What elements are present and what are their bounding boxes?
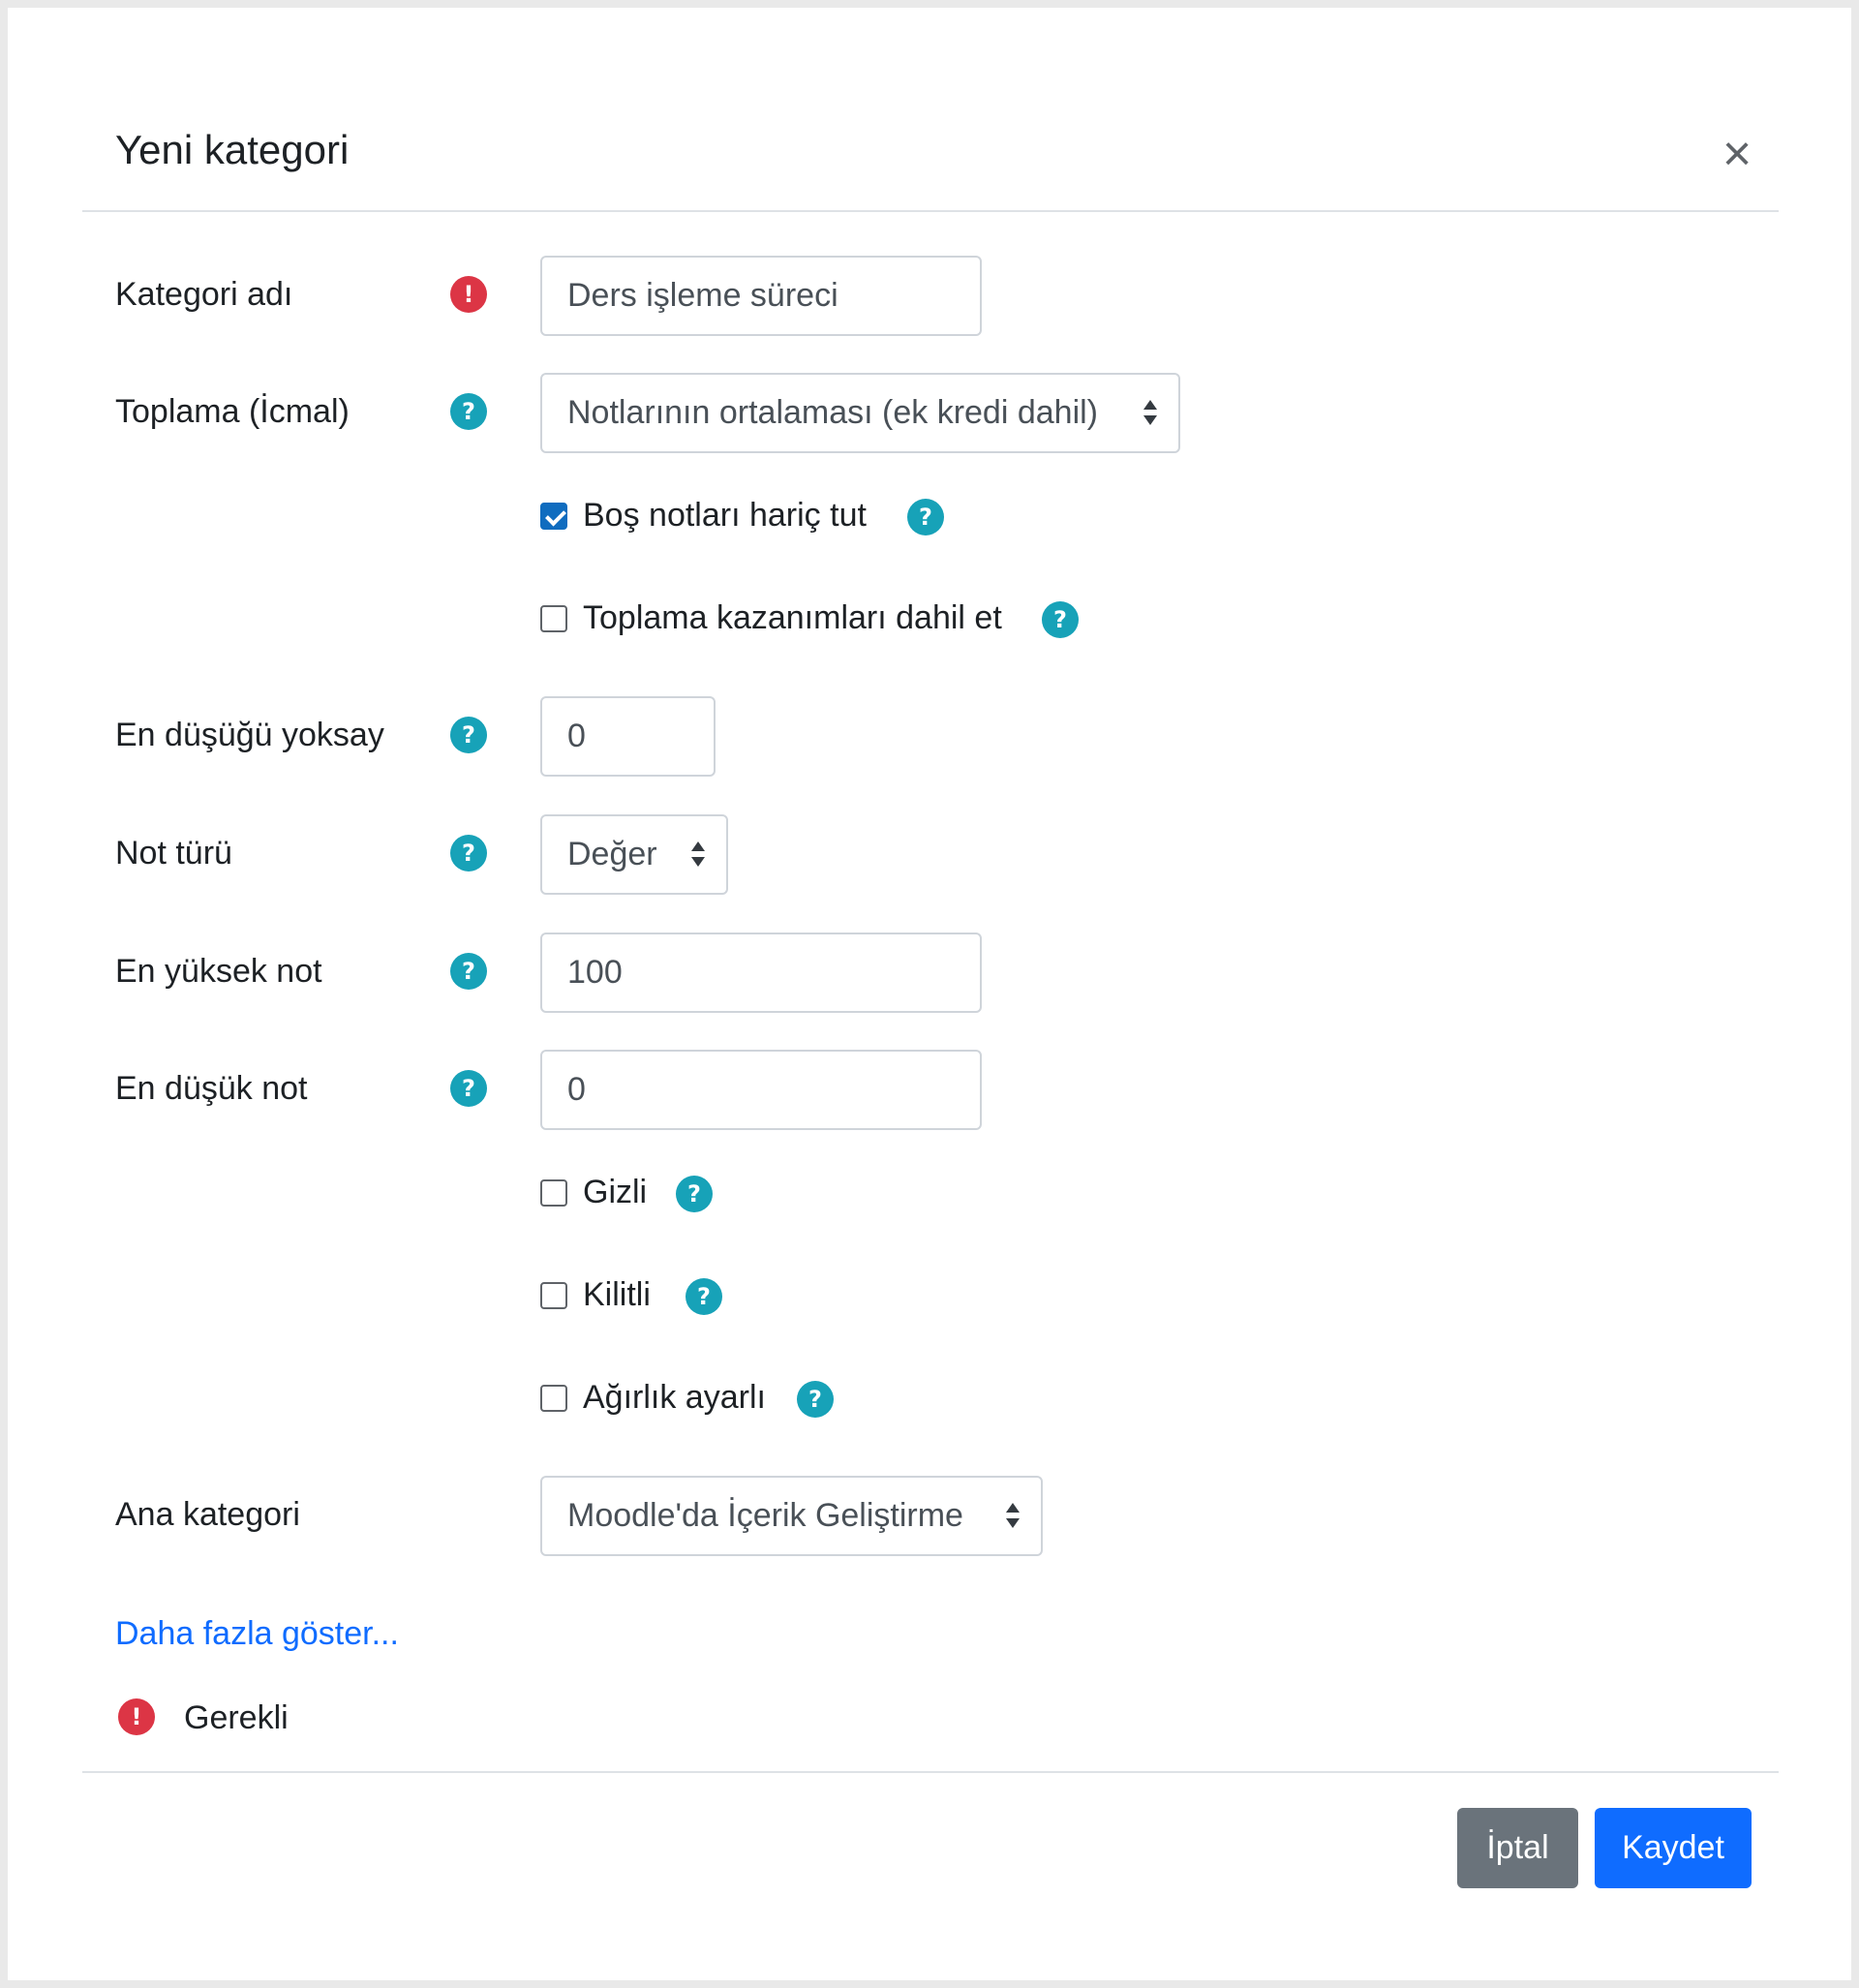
help-icon[interactable]: ?	[797, 1381, 834, 1418]
help-icon[interactable]: ?	[450, 953, 487, 990]
drop-lowest-label: En düşüğü yoksay	[115, 717, 384, 753]
category-name-input[interactable]: Ders işleme süreci	[540, 256, 982, 336]
cancel-button[interactable]: İptal	[1457, 1808, 1578, 1888]
grade-type-label: Not türü	[115, 835, 232, 872]
weight-adjusted-label: Ağırlık ayarlı	[583, 1379, 766, 1416]
aggregation-select[interactable]: Notlarının ortalaması (ek kredi dahil)	[540, 373, 1180, 453]
select-caret-icon	[1143, 400, 1157, 425]
parent-category-value: Moodle'da İçerik Geliştirme	[567, 1497, 963, 1534]
help-icon[interactable]: ?	[450, 1070, 487, 1107]
help-icon[interactable]: ?	[1042, 601, 1079, 638]
exclude-empty-label: Boş notları hariç tut	[583, 497, 867, 534]
parent-category-label: Ana kategori	[115, 1496, 300, 1533]
aggregation-value: Notlarının ortalaması (ek kredi dahil)	[567, 394, 1099, 431]
locked-checkbox[interactable]	[540, 1282, 567, 1309]
aggregation-label: Toplama (İcmal)	[115, 393, 350, 430]
help-icon[interactable]: ?	[450, 717, 487, 753]
close-icon[interactable]: ×	[1713, 129, 1761, 179]
include-outcomes-checkbox[interactable]	[540, 605, 567, 632]
help-icon[interactable]: ?	[907, 499, 944, 535]
show-more-link[interactable]: Daha fazla göster...	[115, 1614, 399, 1653]
grade-type-value: Değer	[567, 836, 657, 872]
modal-title: Yeni kategori	[115, 127, 350, 172]
select-caret-icon	[1006, 1503, 1020, 1528]
required-icon: !	[450, 276, 487, 313]
parent-category-select[interactable]: Moodle'da İçerik Geliştirme	[540, 1476, 1043, 1556]
hidden-label: Gizli	[583, 1174, 648, 1210]
required-note-label: Gerekli	[184, 1699, 289, 1736]
grade-type-select[interactable]: Değer	[540, 814, 728, 895]
required-icon: !	[118, 1698, 155, 1735]
help-icon[interactable]: ?	[450, 835, 487, 872]
max-grade-label: En yüksek not	[115, 953, 322, 990]
modal-dialog: Yeni kategori × Kategori adı ! Ders işle…	[8, 8, 1851, 1980]
drop-lowest-input[interactable]: 0	[540, 696, 716, 777]
include-outcomes-label: Toplama kazanımları dahil et	[583, 599, 1002, 636]
weight-adjusted-checkbox[interactable]	[540, 1385, 567, 1412]
exclude-empty-checkbox[interactable]	[540, 503, 567, 530]
min-grade-input[interactable]: 0	[540, 1050, 982, 1130]
save-button[interactable]: Kaydet	[1595, 1808, 1752, 1888]
help-icon[interactable]: ?	[676, 1176, 713, 1212]
max-grade-input[interactable]: 100	[540, 933, 982, 1013]
hidden-checkbox[interactable]	[540, 1179, 567, 1207]
min-grade-label: En düşük not	[115, 1070, 308, 1107]
modal-header: Yeni kategori ×	[82, 8, 1779, 212]
locked-label: Kilitli	[583, 1276, 651, 1313]
help-icon[interactable]: ?	[686, 1278, 722, 1315]
help-icon[interactable]: ?	[450, 393, 487, 430]
select-caret-icon	[691, 841, 705, 867]
category-name-label: Kategori adı	[115, 276, 293, 313]
